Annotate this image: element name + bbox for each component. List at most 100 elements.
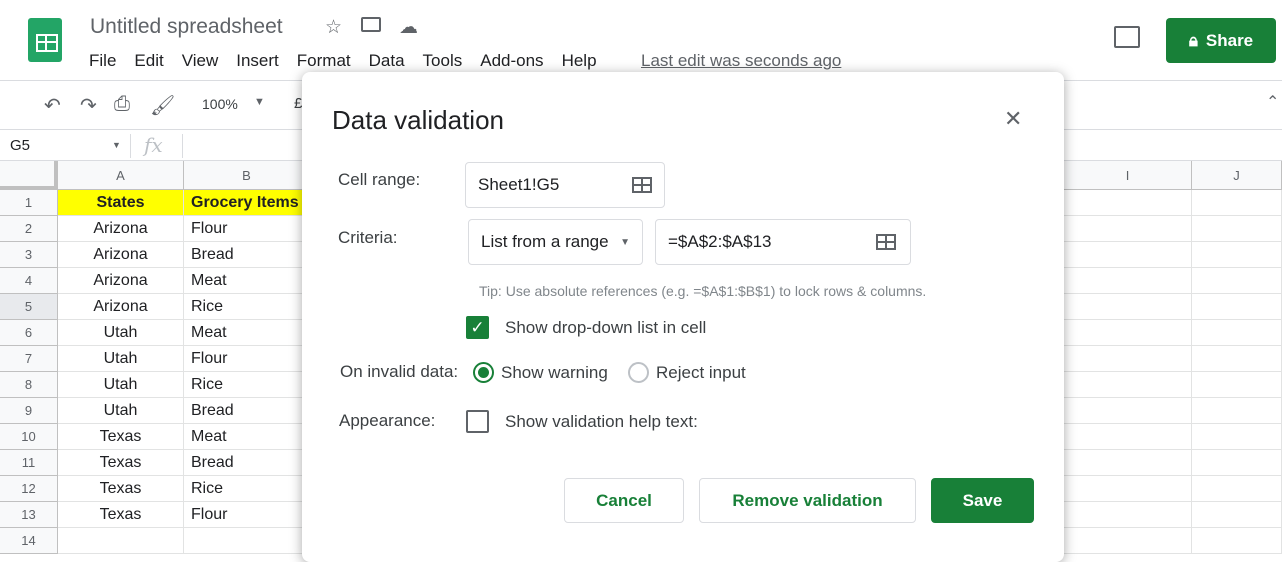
cell-j[interactable] xyxy=(1192,294,1282,320)
star-icon[interactable]: ☆ xyxy=(325,16,342,39)
cell-i[interactable] xyxy=(1064,242,1192,268)
cell-b[interactable]: Meat xyxy=(184,268,310,294)
sheets-logo[interactable] xyxy=(28,18,62,62)
show-dropdown-checkbox[interactable]: ✓ xyxy=(466,316,489,339)
cell-a[interactable]: Texas xyxy=(58,502,184,528)
cell-b[interactable]: Rice xyxy=(184,294,310,320)
cell-i[interactable] xyxy=(1064,190,1192,216)
column-header-b[interactable]: B xyxy=(184,161,310,190)
cell-a[interactable]: Arizona xyxy=(58,268,184,294)
cell-i[interactable] xyxy=(1064,346,1192,372)
comment-icon[interactable] xyxy=(1114,26,1140,48)
row-header[interactable]: 12 xyxy=(0,476,58,502)
zoom-dropdown-icon[interactable]: ▼ xyxy=(254,96,265,108)
document-title[interactable]: Untitled spreadsheet xyxy=(90,15,283,39)
cell-j[interactable] xyxy=(1192,502,1282,528)
cell-b[interactable]: Rice xyxy=(184,476,310,502)
menu-edit[interactable]: Edit xyxy=(134,51,163,71)
cell-j[interactable] xyxy=(1192,346,1282,372)
cell-a[interactable]: Arizona xyxy=(58,294,184,320)
cell-j[interactable] xyxy=(1192,424,1282,450)
cell-j[interactable] xyxy=(1192,476,1282,502)
row-header[interactable]: 14 xyxy=(0,528,58,554)
select-range-icon[interactable] xyxy=(876,234,896,250)
criteria-type-select[interactable]: List from a range ▼ xyxy=(468,219,643,265)
cell-a[interactable] xyxy=(58,528,184,554)
cell-i[interactable] xyxy=(1064,294,1192,320)
cancel-button[interactable]: Cancel xyxy=(564,478,684,523)
collapse-icon[interactable]: ⌃ xyxy=(1266,92,1279,112)
cell-b[interactable]: Bread xyxy=(184,398,310,424)
cell-a[interactable]: Utah xyxy=(58,398,184,424)
cell-i[interactable] xyxy=(1064,268,1192,294)
row-header[interactable]: 13 xyxy=(0,502,58,528)
remove-validation-button[interactable]: Remove validation xyxy=(699,478,916,523)
cell-i[interactable] xyxy=(1064,476,1192,502)
cell-i[interactable] xyxy=(1064,424,1192,450)
menu-insert[interactable]: Insert xyxy=(236,51,279,71)
row-header[interactable]: 6 xyxy=(0,320,58,346)
cell-a[interactable]: Texas xyxy=(58,424,184,450)
cell-b[interactable]: Meat xyxy=(184,424,310,450)
print-icon[interactable]: ⎙ xyxy=(114,93,130,116)
share-button[interactable]: 🔒︎ Share xyxy=(1166,18,1276,63)
menu-file[interactable]: File xyxy=(89,51,116,71)
criteria-range-input[interactable]: =$A$2:$A$13 xyxy=(655,219,911,265)
name-box-dropdown-icon[interactable]: ▼ xyxy=(112,140,121,150)
row-header[interactable]: 9 xyxy=(0,398,58,424)
save-button[interactable]: Save xyxy=(931,478,1034,523)
row-header[interactable]: 4 xyxy=(0,268,58,294)
cell-b[interactable]: Grocery Items xyxy=(184,190,310,216)
cell-a[interactable]: Utah xyxy=(58,346,184,372)
menu-tools[interactable]: Tools xyxy=(423,51,463,71)
help-text-checkbox[interactable] xyxy=(466,410,489,433)
column-header-i[interactable]: I xyxy=(1064,161,1192,190)
row-header[interactable]: 7 xyxy=(0,346,58,372)
cell-a[interactable]: States xyxy=(58,190,184,216)
select-range-icon[interactable] xyxy=(632,177,652,193)
row-header[interactable]: 5 xyxy=(0,294,58,320)
column-header-a[interactable]: A xyxy=(58,161,184,190)
cell-b[interactable]: Flour xyxy=(184,346,310,372)
close-icon[interactable]: ✕ xyxy=(1004,106,1022,132)
row-header[interactable]: 1 xyxy=(0,190,58,216)
cell-j[interactable] xyxy=(1192,216,1282,242)
move-folder-icon[interactable] xyxy=(361,17,381,32)
column-header-j[interactable]: J xyxy=(1192,161,1282,190)
cell-b[interactable] xyxy=(184,528,310,554)
row-header[interactable]: 10 xyxy=(0,424,58,450)
cell-a[interactable]: Texas xyxy=(58,450,184,476)
cell-i[interactable] xyxy=(1064,528,1192,554)
last-edit-link[interactable]: Last edit was seconds ago xyxy=(641,51,841,71)
cell-b[interactable]: Flour xyxy=(184,216,310,242)
cell-i[interactable] xyxy=(1064,398,1192,424)
menu-data[interactable]: Data xyxy=(369,51,405,71)
cell-j[interactable] xyxy=(1192,242,1282,268)
row-header[interactable]: 11 xyxy=(0,450,58,476)
redo-icon[interactable]: ↷ xyxy=(80,93,97,118)
cell-b[interactable]: Rice xyxy=(184,372,310,398)
reject-input-radio[interactable] xyxy=(628,362,649,383)
cell-b[interactable]: Flour xyxy=(184,502,310,528)
cell-i[interactable] xyxy=(1064,320,1192,346)
cell-a[interactable]: Utah xyxy=(58,372,184,398)
cell-range-input[interactable]: Sheet1!G5 xyxy=(465,162,665,208)
cell-j[interactable] xyxy=(1192,268,1282,294)
show-warning-radio[interactable] xyxy=(473,362,494,383)
cell-j[interactable] xyxy=(1192,398,1282,424)
cell-b[interactable]: Meat xyxy=(184,320,310,346)
row-header[interactable]: 8 xyxy=(0,372,58,398)
cell-a[interactable]: Utah xyxy=(58,320,184,346)
cell-j[interactable] xyxy=(1192,528,1282,554)
cell-i[interactable] xyxy=(1064,216,1192,242)
cell-a[interactable]: Texas xyxy=(58,476,184,502)
cell-i[interactable] xyxy=(1064,502,1192,528)
name-box[interactable]: G5 xyxy=(10,137,30,154)
cell-j[interactable] xyxy=(1192,190,1282,216)
menu-format[interactable]: Format xyxy=(297,51,351,71)
cell-i[interactable] xyxy=(1064,450,1192,476)
undo-icon[interactable]: ↶ xyxy=(44,93,61,118)
menu-addons[interactable]: Add-ons xyxy=(480,51,543,71)
cell-b[interactable]: Bread xyxy=(184,242,310,268)
cell-j[interactable] xyxy=(1192,372,1282,398)
